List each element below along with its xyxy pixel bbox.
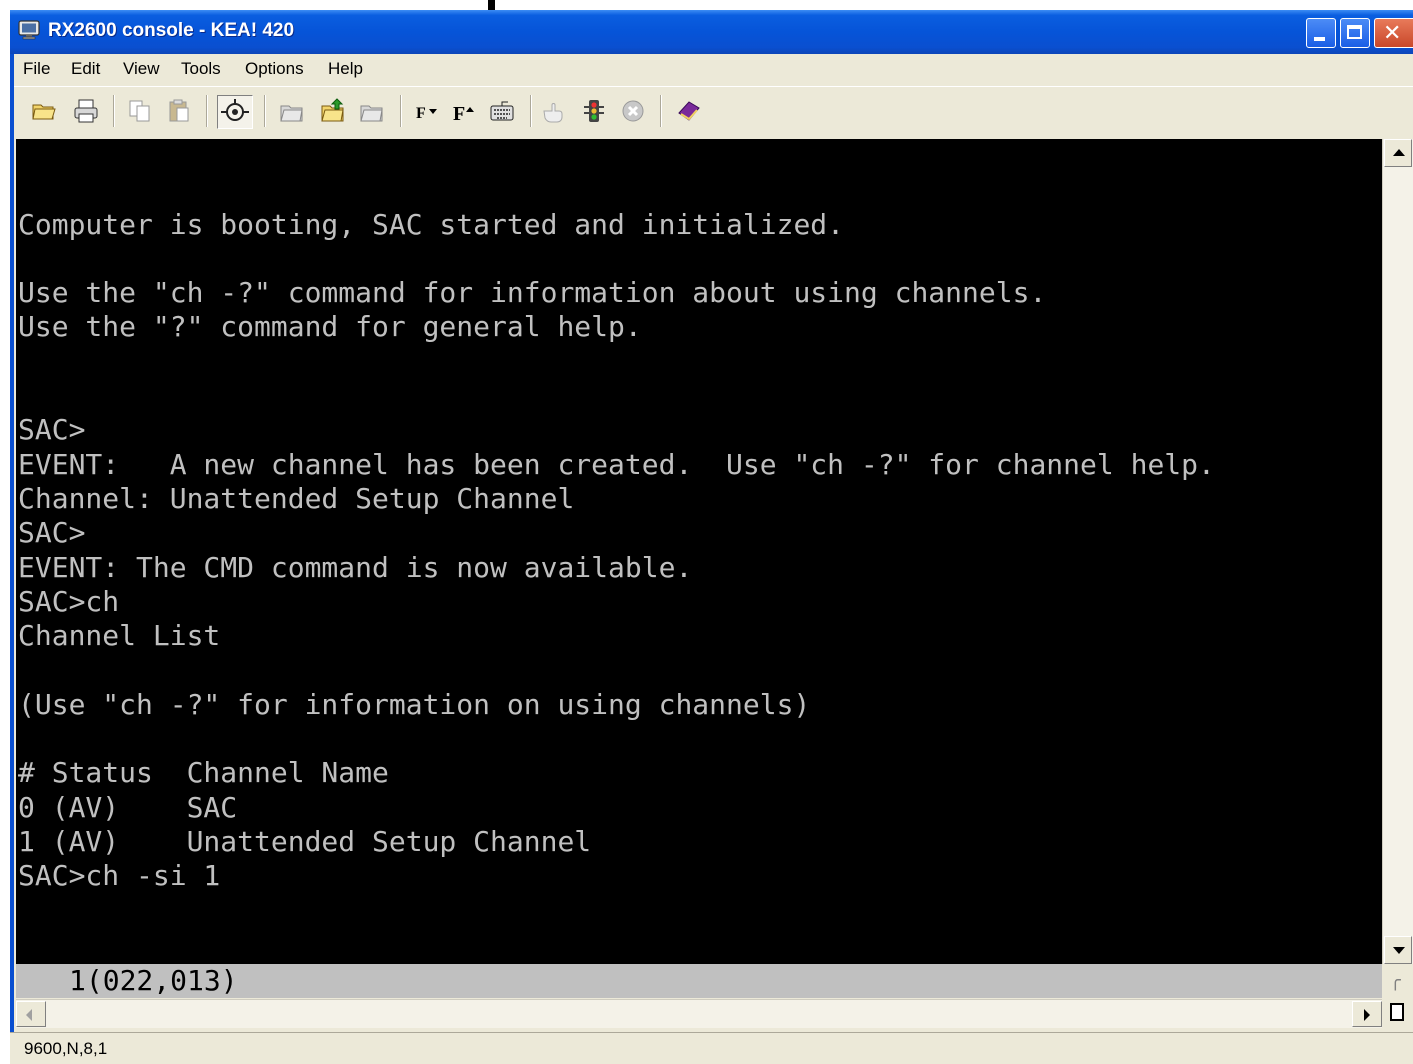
font-increase-icon[interactable]: F	[450, 97, 478, 125]
connection-settings: 9600,N,8,1	[24, 1039, 108, 1058]
console-window: RX2600 console - KEA! 420 ✕ File Edit Vi…	[10, 10, 1413, 1064]
menu-view[interactable]: View	[123, 59, 160, 79]
toolbar-separator	[400, 95, 402, 127]
scroll-up-button[interactable]	[1384, 139, 1412, 167]
terminal-line: # Status Channel Name	[18, 756, 389, 790]
help-book-icon[interactable]	[675, 97, 703, 125]
resize-grip-icon: ╭	[1390, 970, 1401, 991]
scroll-down-button[interactable]	[1384, 936, 1412, 964]
toolbar-separator	[206, 95, 208, 127]
terminal-output: Computer is booting, SAC started and ini…	[18, 139, 1215, 894]
font-decrease-icon[interactable]: F	[413, 97, 441, 125]
desktop-edge	[0, 0, 1413, 12]
horizontal-scrollbar[interactable]	[16, 999, 1382, 1028]
terminal-line: SAC>	[18, 516, 86, 550]
maximize-button[interactable]	[1340, 18, 1370, 48]
print-icon[interactable]	[72, 97, 100, 125]
menu-options[interactable]: Options	[245, 59, 304, 79]
arrow-left-icon	[26, 1009, 32, 1021]
scroll-left-button[interactable]	[16, 1001, 46, 1027]
terminal-line: Use the "ch -?" command for information …	[18, 276, 1047, 310]
arrow-right-icon	[1364, 1009, 1370, 1021]
terminal-line: Channel: Unattended Setup Channel	[18, 481, 575, 515]
svg-text:F: F	[453, 103, 465, 125]
scroll-corner	[1382, 999, 1413, 1027]
menu-file[interactable]: File	[23, 59, 50, 79]
arrow-up-icon	[1393, 149, 1405, 156]
terminal-line: 0 (AV) SAC	[18, 790, 238, 824]
traffic-light-icon[interactable]	[580, 97, 608, 125]
keyboard-icon[interactable]	[488, 97, 516, 125]
window-title: RX2600 console - KEA! 420	[48, 20, 295, 41]
minimize-icon	[1314, 37, 1325, 41]
arrow-down-icon	[1393, 947, 1405, 954]
send-file-icon[interactable]	[278, 97, 306, 125]
page-icon	[1390, 1003, 1404, 1021]
toolbar-separator	[113, 95, 115, 127]
stop-icon[interactable]	[619, 97, 647, 125]
toolbar: F F	[10, 86, 1413, 137]
terminal-line: EVENT: The CMD command is now available.	[18, 550, 693, 584]
toolbar-separator	[660, 95, 662, 127]
terminal-status-line: 1(022,013)	[16, 964, 1382, 998]
menu-bar: File Edit View Tools Options Help	[10, 54, 1413, 84]
open-folder-icon[interactable]	[30, 97, 58, 125]
terminal-line: SAC>ch	[18, 584, 120, 618]
terminal-line: SAC>	[18, 413, 86, 447]
maximize-icon	[1347, 25, 1362, 39]
terminal-line: 1 (AV) Unattended Setup Channel	[18, 824, 592, 858]
terminal-screen[interactable]: Computer is booting, SAC started and ini…	[16, 139, 1382, 964]
cursor-position: 1(022,013)	[69, 964, 238, 997]
menu-edit[interactable]: Edit	[71, 59, 100, 79]
toolbar-separator	[264, 95, 266, 127]
paste-icon[interactable]	[165, 97, 193, 125]
menu-help[interactable]: Help	[328, 59, 363, 79]
terminal-line: Use the "?" command for general help.	[18, 310, 642, 344]
title-bar[interactable]: RX2600 console - KEA! 420 ✕	[10, 10, 1413, 54]
download-icon[interactable]	[358, 97, 386, 125]
svg-text:F: F	[416, 105, 426, 122]
menu-tools[interactable]: Tools	[181, 59, 221, 79]
terminal-line: (Use "ch -?" for information on using ch…	[18, 687, 811, 721]
status-line-corner: ╭	[1382, 964, 1413, 998]
terminal-line: Computer is booting, SAC started and ini…	[18, 207, 845, 241]
status-bar: 9600,N,8,1	[10, 1032, 1413, 1064]
minimize-button[interactable]	[1306, 18, 1336, 48]
scroll-right-button[interactable]	[1352, 1001, 1382, 1027]
vertical-scrollbar[interactable]	[1382, 139, 1413, 964]
terminal-line: EVENT: A new channel has been created. U…	[18, 447, 1215, 481]
monitor-icon	[18, 20, 40, 40]
terminal-area: Computer is booting, SAC started and ini…	[10, 139, 1413, 1028]
hand-icon[interactable]	[540, 97, 568, 125]
close-icon: ✕	[1383, 21, 1402, 46]
copy-icon[interactable]	[126, 97, 154, 125]
toolbar-separator	[530, 95, 532, 127]
terminal-line: SAC>ch -si 1	[18, 859, 221, 893]
connect-icon[interactable]	[217, 95, 253, 129]
upload-icon[interactable]	[319, 97, 347, 125]
terminal-line: Channel List	[18, 619, 221, 653]
close-button[interactable]: ✕	[1374, 18, 1413, 48]
